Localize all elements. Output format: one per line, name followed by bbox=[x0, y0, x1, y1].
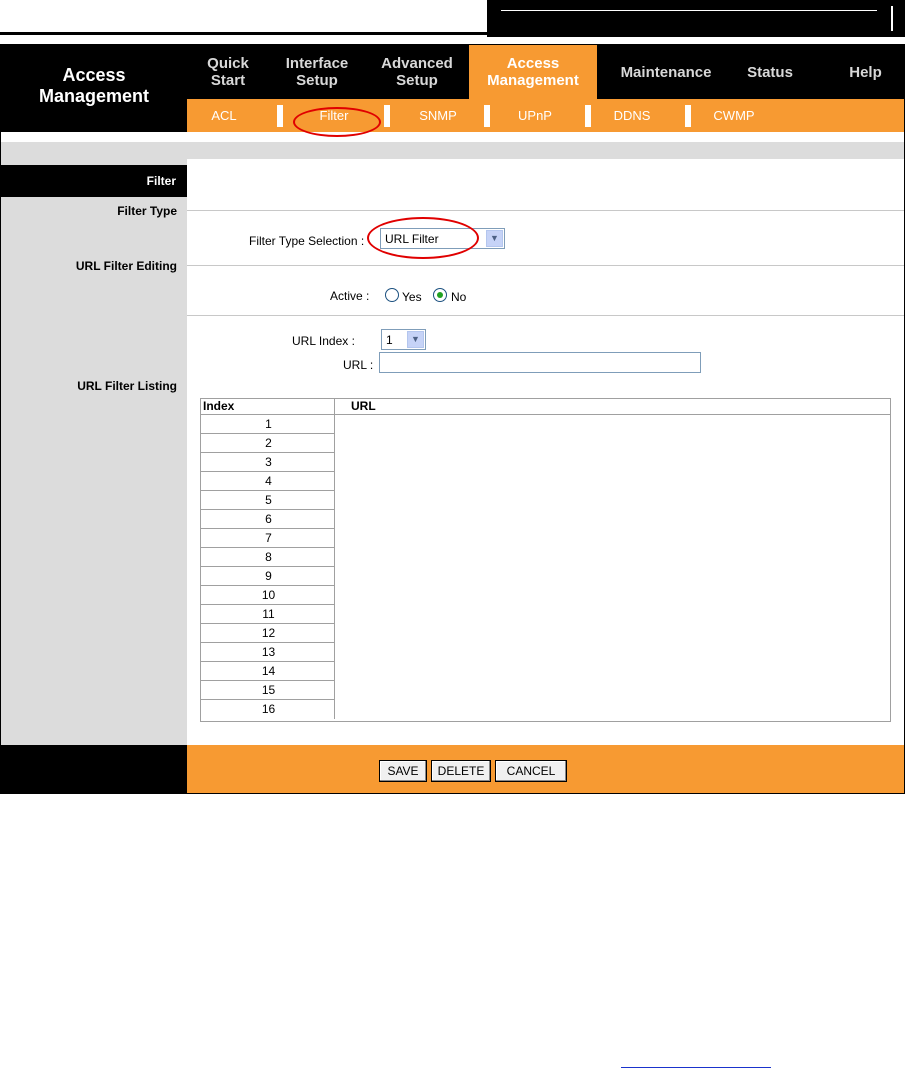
active-no-label: No bbox=[451, 290, 467, 304]
header-inner-bar bbox=[891, 6, 893, 31]
subnav-ddns[interactable]: DDNS bbox=[599, 99, 665, 132]
footer-left bbox=[1, 745, 187, 793]
table-header-index: Index bbox=[201, 399, 335, 415]
subnav-separator bbox=[685, 105, 691, 127]
nav-advanced-setup[interactable]: Advanced Setup bbox=[365, 45, 469, 99]
url-index-value: 1 bbox=[386, 333, 393, 347]
left-column bbox=[1, 159, 187, 745]
gray-band bbox=[1, 142, 904, 159]
filter-type-label: Filter Type Selection : bbox=[249, 234, 365, 248]
table-row: 6 bbox=[201, 510, 335, 529]
divider bbox=[187, 315, 904, 316]
nav-label: Management bbox=[487, 72, 579, 89]
subnav-separator bbox=[277, 105, 283, 127]
table-row: 13 bbox=[201, 643, 335, 662]
table-row: 14 bbox=[201, 662, 335, 681]
document-header bbox=[0, 0, 905, 40]
table-header-url: URL bbox=[335, 399, 890, 415]
chevron-down-icon: ▼ bbox=[486, 230, 503, 247]
nav-label: Setup bbox=[296, 72, 338, 89]
chevron-down-icon: ▼ bbox=[407, 331, 424, 348]
section-header-filter: Filter bbox=[1, 165, 187, 197]
nav-interface-setup[interactable]: Interface Setup bbox=[269, 45, 365, 99]
subnav-snmp[interactable]: SNMP bbox=[405, 99, 471, 132]
table-row: 8 bbox=[201, 548, 335, 567]
header-inner-rule bbox=[501, 10, 877, 11]
active-yes-label: Yes bbox=[402, 290, 422, 304]
save-button[interactable]: SAVE bbox=[379, 760, 427, 782]
nav-label: Advanced bbox=[381, 55, 453, 72]
url-index-label: URL Index : bbox=[292, 334, 355, 348]
cancel-button[interactable]: CANCEL bbox=[495, 760, 567, 782]
header-rule bbox=[0, 32, 487, 35]
highlight-ring-filter-type bbox=[367, 217, 479, 259]
nav-label: Maintenance bbox=[620, 63, 712, 81]
section-label-url-editing: URL Filter Editing bbox=[75, 259, 177, 273]
table-row: 12 bbox=[201, 624, 335, 643]
highlight-ring-filter-tab bbox=[293, 107, 381, 137]
table-row: 7 bbox=[201, 529, 335, 548]
divider bbox=[187, 210, 904, 211]
nav-label: Status bbox=[747, 63, 793, 81]
table-row: 4 bbox=[201, 472, 335, 491]
nav-help[interactable]: Help bbox=[827, 45, 904, 99]
main-nav: Quick Start Interface Setup Advanced Setup … bbox=[187, 45, 904, 99]
nav-access-management[interactable]: Access Management bbox=[469, 45, 597, 99]
table-row: 15 bbox=[201, 681, 335, 700]
page-title: Access Management bbox=[1, 45, 187, 132]
page-title-line1: Access bbox=[62, 65, 126, 85]
url-filter-table: Index URL 1 2 3 4 5 6 7 8 9 10 11 12 13 … bbox=[200, 398, 891, 722]
delete-button[interactable]: DELETE bbox=[431, 760, 491, 782]
footer-button-bar: SAVE DELETE CANCEL bbox=[187, 745, 904, 793]
nav-maintenance[interactable]: Maintenance bbox=[597, 45, 735, 99]
router-frame: Access Management Quick Start Interface Se… bbox=[0, 44, 905, 794]
url-input[interactable] bbox=[379, 352, 701, 373]
active-no-radio[interactable] bbox=[433, 288, 447, 302]
nav-label: Start bbox=[210, 72, 246, 89]
table-row: 9 bbox=[201, 567, 335, 586]
subnav-separator bbox=[484, 105, 490, 127]
table-row: 10 bbox=[201, 586, 335, 605]
nav-label: Interface bbox=[285, 55, 349, 72]
table-row: 11 bbox=[201, 605, 335, 624]
table-row: 1 bbox=[201, 415, 335, 434]
page-title-line2: Management bbox=[38, 86, 150, 106]
header-black-box bbox=[487, 0, 905, 37]
nav-label: Quick bbox=[207, 55, 249, 72]
subnav-upnp[interactable]: UPnP bbox=[504, 99, 566, 132]
url-label: URL : bbox=[343, 358, 374, 372]
subnav-cwmp[interactable]: CWMP bbox=[699, 99, 769, 132]
section-label-url-listing: URL Filter Listing bbox=[77, 379, 177, 393]
nav-quick-start[interactable]: Quick Start bbox=[187, 45, 269, 99]
active-yes-radio[interactable] bbox=[385, 288, 399, 302]
nav-status[interactable]: Status bbox=[735, 45, 805, 99]
table-row: 16 bbox=[201, 700, 335, 719]
nav-label: Setup bbox=[396, 72, 438, 89]
subnav-separator bbox=[585, 105, 591, 127]
section-label-filter-type: Filter Type bbox=[117, 204, 177, 218]
subnav-separator bbox=[384, 105, 390, 127]
sub-nav: ACL Filter SNMP UPnP DDNS CWMP bbox=[187, 99, 904, 132]
radio-selected-dot bbox=[437, 292, 443, 298]
table-row: 2 bbox=[201, 434, 335, 453]
table-row: 3 bbox=[201, 453, 335, 472]
nav-label: Access bbox=[506, 55, 560, 72]
url-index-select[interactable]: 1 ▼ bbox=[381, 329, 426, 350]
active-label: Active : bbox=[330, 289, 370, 303]
nav-label: Help bbox=[849, 63, 882, 81]
table-row: 5 bbox=[201, 491, 335, 510]
page-link-underline bbox=[621, 1067, 771, 1068]
subnav-acl[interactable]: ACL bbox=[195, 99, 253, 132]
table-index-column: 1 2 3 4 5 6 7 8 9 10 11 12 13 14 15 16 bbox=[201, 415, 335, 719]
divider bbox=[187, 265, 904, 266]
